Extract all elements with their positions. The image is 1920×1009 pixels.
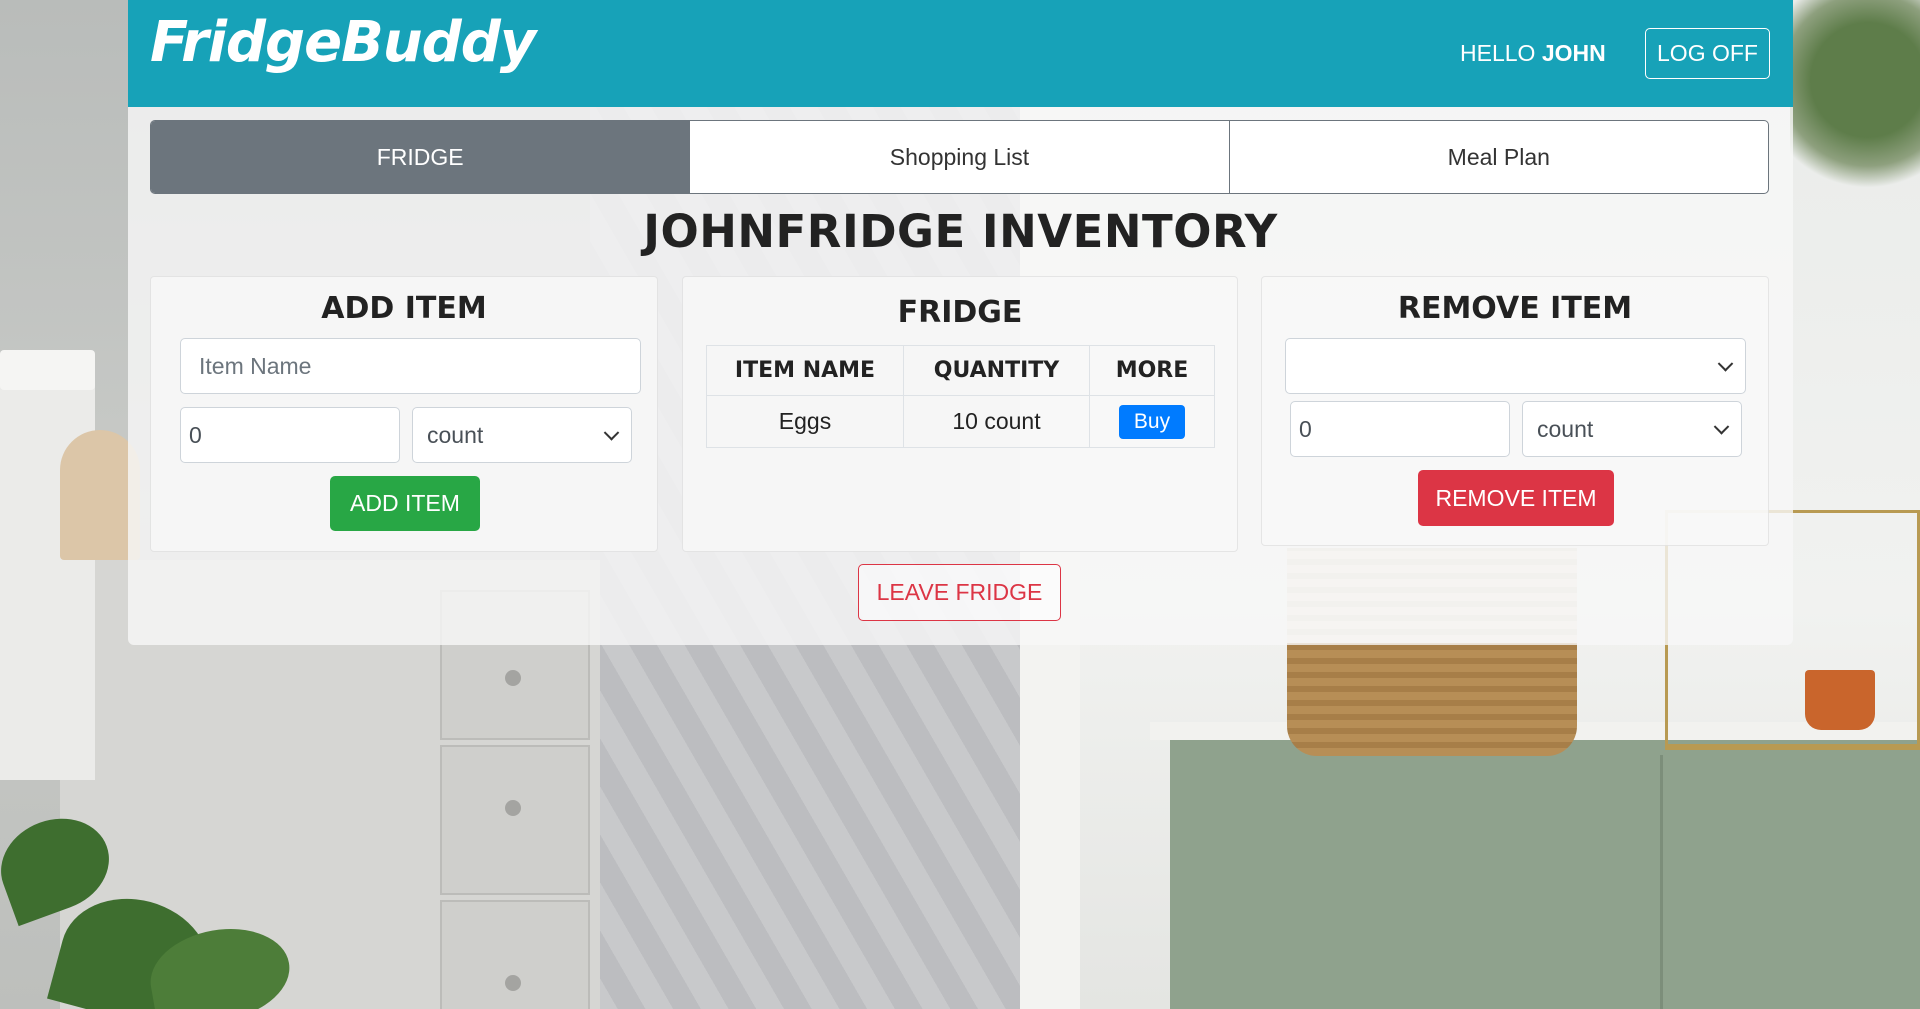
column-header: QUANTITY [903,345,1090,396]
remove-item-select[interactable] [1285,338,1746,394]
chevron-down-icon [603,425,620,441]
user-name: JOHN [1541,40,1606,66]
add-unit-select[interactable]: count [412,407,632,463]
tab-shopping-list[interactable]: Shopping List [690,121,1230,193]
logoff-button[interactable]: LOG OFF [1645,28,1770,79]
leave-fridge-button[interactable]: LEAVE FRIDGE [858,564,1061,621]
remove-item-title: REMOVE ITEM [1397,291,1633,326]
add-quantity-input[interactable]: 0 [180,407,400,463]
column-header: MORE [1089,345,1215,396]
add-item-title: ADD ITEM [321,291,487,326]
fridge-title: FRIDGE [897,295,1023,330]
add-item-card: ADD ITEM Item Name 0 count ADD ITEM [150,276,658,552]
column-header: ITEM NAME [706,345,904,396]
tab-fridge[interactable]: FRIDGE [151,121,691,193]
remove-item-card: REMOVE ITEM 0 count REMOVE ITEM [1261,276,1769,546]
table-header-row: ITEM NAME QUANTITY MORE [706,345,1215,396]
remove-unit-value: count [1537,415,1594,442]
remove-item-button[interactable]: REMOVE ITEM [1418,470,1614,526]
buy-button[interactable]: Buy [1119,404,1185,439]
fridge-table: ITEM NAME QUANTITY MORE Eggs 10 count Bu… [706,345,1215,448]
item-quantity-cell: 10 count [903,395,1090,448]
tab-bar: FRIDGE Shopping List Meal Plan [150,120,1769,194]
add-item-button[interactable]: ADD ITEM [330,476,480,531]
add-unit-value: count [427,421,484,448]
chevron-down-icon [1713,419,1730,435]
item-name-input[interactable]: Item Name [180,338,641,394]
user-greeting: HELLO JOHN [1460,40,1606,67]
remove-unit-select[interactable]: count [1522,401,1742,457]
table-row: Eggs 10 count Buy [706,395,1215,448]
item-more-cell: Buy [1089,395,1215,448]
greeting-prefix: HELLO [1460,40,1536,66]
page-title: JOHNFRIDGE INVENTORY [643,205,1278,258]
chevron-down-icon [1717,356,1734,372]
remove-quantity-input[interactable]: 0 [1290,401,1510,457]
item-name-cell: Eggs [706,395,904,448]
tab-meal-plan[interactable]: Meal Plan [1230,121,1768,193]
brand-logo[interactable]: FridgeBuddy [150,10,536,75]
